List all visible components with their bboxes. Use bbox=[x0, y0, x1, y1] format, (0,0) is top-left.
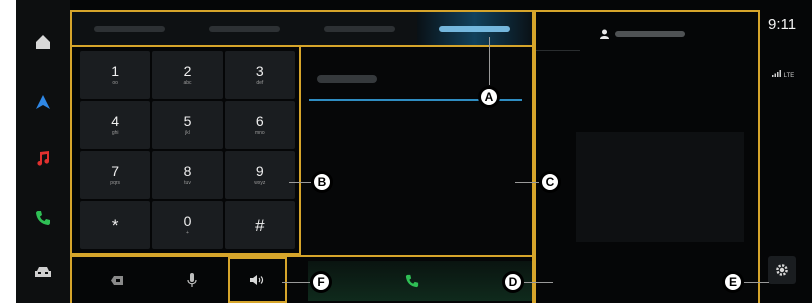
key-digit: # bbox=[255, 215, 265, 235]
call-button[interactable] bbox=[308, 261, 532, 301]
phone-tab-bar bbox=[70, 10, 534, 47]
clock: 9:11 bbox=[768, 16, 797, 33]
blurred-entry-text bbox=[317, 75, 377, 83]
key-0[interactable]: 0 + bbox=[152, 201, 223, 249]
call-control-bar bbox=[70, 255, 534, 303]
callout-e: E bbox=[722, 271, 744, 293]
infotainment-screen: 1 oo 2 abc 3 def 4 ghi 5 jkl 6 mno 7 pqrs 8 tuv … bbox=[16, 0, 812, 303]
callout-leader-d bbox=[523, 282, 553, 283]
callout-c: C bbox=[539, 171, 561, 193]
callout-d: D bbox=[502, 271, 524, 293]
network-indicator: LTE bbox=[772, 70, 794, 79]
key-3[interactable]: 3 def bbox=[224, 51, 295, 99]
key-hash[interactable]: # bbox=[224, 201, 295, 249]
key-digit: * bbox=[111, 215, 119, 235]
key-8[interactable]: 8 tuv bbox=[152, 151, 223, 199]
key-digit: 3 bbox=[255, 63, 264, 79]
key-7[interactable]: 7 pqrs bbox=[80, 151, 151, 199]
status-bar: 9:11 LTE bbox=[760, 0, 812, 303]
backspace-icon bbox=[111, 275, 123, 285]
key-letters: oo bbox=[112, 80, 118, 86]
car-icon[interactable] bbox=[16, 252, 70, 292]
key-2[interactable]: 2 abc bbox=[152, 51, 223, 99]
key-digit: 4 bbox=[111, 113, 120, 129]
blurred-tab-label bbox=[209, 26, 280, 32]
blurred-tab-label bbox=[94, 26, 165, 32]
blurred-tab-label bbox=[439, 26, 510, 32]
key-4[interactable]: 4 ghi bbox=[80, 101, 151, 149]
dial-keypad: 1 oo 2 abc 3 def 4 ghi 5 jkl 6 mno 7 pqrs 8 tuv … bbox=[70, 47, 301, 255]
key-letters: abc bbox=[183, 80, 192, 86]
key-letters: mno bbox=[254, 130, 265, 136]
callout-f: F bbox=[310, 271, 332, 293]
key-6[interactable]: 6 mno bbox=[224, 101, 295, 149]
key-letters: + bbox=[186, 230, 189, 236]
backspace-button[interactable] bbox=[92, 257, 142, 303]
contact-header bbox=[600, 29, 685, 39]
callout-leader-c bbox=[515, 182, 539, 183]
phone-call-icon bbox=[405, 274, 419, 288]
callout-leader-f bbox=[282, 282, 310, 283]
key-1[interactable]: 1 oo bbox=[80, 51, 151, 99]
key-star[interactable]: * bbox=[80, 201, 151, 249]
navigation-icon[interactable] bbox=[16, 82, 70, 122]
tab-contacts[interactable] bbox=[302, 12, 417, 45]
key-digit: 5 bbox=[183, 113, 192, 129]
microphone-button[interactable] bbox=[167, 257, 217, 303]
key-digit: 0 bbox=[183, 213, 192, 229]
key-letters: ghi bbox=[111, 130, 119, 136]
callout-leader-b bbox=[289, 182, 311, 183]
tab-keypad[interactable] bbox=[417, 12, 532, 45]
key-5[interactable]: 5 jkl bbox=[152, 101, 223, 149]
contact-pane bbox=[534, 10, 760, 303]
music-icon[interactable] bbox=[16, 138, 70, 178]
gear-icon bbox=[776, 264, 788, 276]
blurred-contact-name bbox=[615, 31, 685, 37]
microphone-icon bbox=[187, 272, 197, 287]
key-letters: pqrs bbox=[110, 180, 121, 186]
key-letters: jkl bbox=[185, 130, 190, 136]
key-digit: 6 bbox=[255, 113, 264, 129]
key-digit: 2 bbox=[183, 63, 192, 79]
key-letters: tuv bbox=[184, 180, 191, 186]
callout-leader-e bbox=[743, 282, 769, 283]
speaker-button[interactable] bbox=[228, 257, 287, 303]
tab-calls[interactable] bbox=[187, 12, 302, 45]
divider bbox=[536, 50, 580, 51]
speaker-icon bbox=[249, 275, 263, 285]
key-letters: wxyz bbox=[254, 180, 266, 186]
number-entry-panel bbox=[301, 47, 534, 255]
key-9[interactable]: 9 wxyz bbox=[224, 151, 295, 199]
tab-favorites[interactable] bbox=[72, 12, 187, 45]
signal-bars-icon bbox=[772, 70, 781, 77]
callout-b: B bbox=[311, 171, 333, 193]
app-sidebar bbox=[16, 0, 70, 303]
key-digit: 7 bbox=[111, 163, 120, 179]
home-icon[interactable] bbox=[16, 22, 70, 62]
contact-detail-area bbox=[576, 132, 744, 242]
network-type: LTE bbox=[783, 73, 795, 79]
key-digit: 1 bbox=[111, 63, 120, 79]
settings-button[interactable] bbox=[768, 256, 796, 284]
key-digit: 8 bbox=[183, 163, 192, 179]
key-digit: 9 bbox=[255, 163, 264, 179]
phone-icon[interactable] bbox=[16, 198, 70, 238]
blurred-tab-label bbox=[324, 26, 395, 32]
callout-a: A bbox=[478, 86, 500, 108]
callout-leader-a bbox=[489, 37, 490, 85]
key-letters: def bbox=[256, 80, 264, 86]
person-icon bbox=[600, 29, 609, 39]
